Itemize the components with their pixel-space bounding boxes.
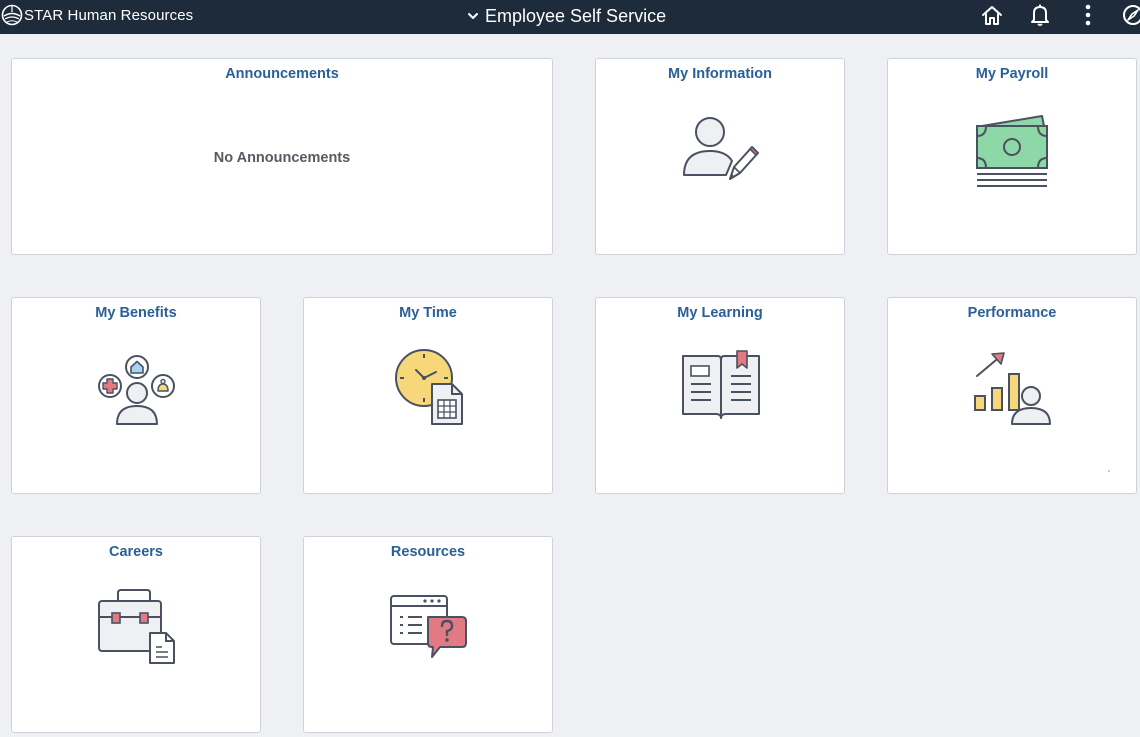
decorative-dot [1108, 470, 1110, 472]
my-time-tile[interactable]: My Time [303, 297, 553, 494]
home-button[interactable] [978, 0, 1006, 30]
resources-tile[interactable]: Resources [303, 536, 553, 733]
actions-menu-button[interactable] [1078, 0, 1098, 30]
tile-title: Resources [390, 544, 466, 560]
open-book-icon [682, 350, 760, 419]
announcements-tile[interactable]: Announcements No Announcements [11, 58, 553, 255]
tile-title: Performance [967, 305, 1057, 321]
notifications-button[interactable] [1027, 0, 1053, 30]
tile-title: Announcements [225, 66, 339, 82]
homepage-selector[interactable]: Employee Self Service [466, 0, 666, 32]
person-pencil-icon [683, 117, 760, 180]
growth-chart-icon [974, 352, 1051, 425]
chevron-down-icon [468, 13, 478, 19]
globe-logo-icon [1, 4, 23, 26]
compass-icon [1123, 5, 1140, 25]
my-learning-tile[interactable]: My Learning [595, 297, 845, 494]
careers-tile[interactable]: Careers [11, 536, 261, 733]
home-icon [982, 6, 1002, 25]
tile-title: My Information [668, 66, 772, 82]
bell-icon [1031, 4, 1049, 26]
my-payroll-tile[interactable]: My Payroll [887, 58, 1137, 255]
vertical-ellipsis-icon [1085, 4, 1091, 26]
navbar-button[interactable] [1122, 0, 1140, 30]
page-title: Employee Self Service [485, 5, 667, 26]
brand[interactable]: STAR Human Resources [0, 0, 193, 30]
benefits-icon [98, 355, 175, 425]
tile-title: My Learning [677, 305, 763, 321]
announcements-message: No Announcements [213, 150, 351, 166]
tile-title: My Benefits [95, 305, 177, 321]
performance-tile[interactable]: Performance [887, 297, 1137, 494]
window-help-icon [390, 595, 467, 658]
tile-title: Careers [108, 544, 163, 560]
money-icon [976, 115, 1048, 187]
brand-name: STAR Human Resources [24, 6, 194, 24]
tile-title: My Time [399, 305, 457, 321]
my-benefits-tile[interactable]: My Benefits [11, 297, 261, 494]
clock-timesheet-icon [395, 349, 463, 425]
my-information-tile[interactable]: My Information [595, 58, 845, 255]
tile-title: My Payroll [975, 66, 1049, 82]
top-navigation-bar: STAR Human Resources Employee Self Servi… [0, 0, 1140, 34]
briefcase-document-icon [98, 589, 175, 664]
